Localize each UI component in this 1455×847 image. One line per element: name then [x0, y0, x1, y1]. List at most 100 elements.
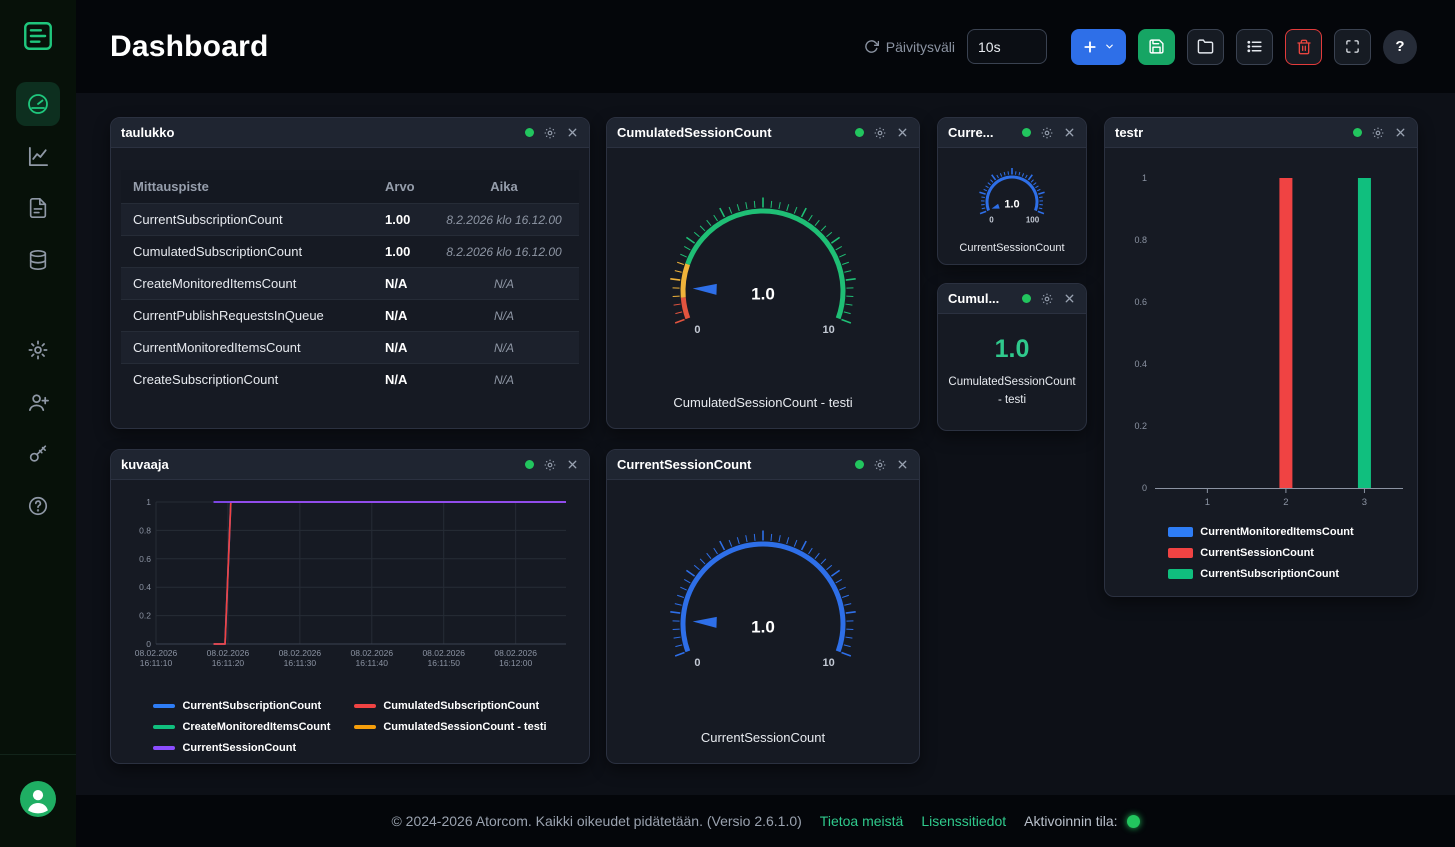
panel-title: testr [1115, 125, 1344, 140]
panel-header[interactable]: CumulatedSessionCount [607, 118, 919, 148]
sidebar-item-data[interactable] [16, 238, 60, 282]
table-cell: CumulatedSubscriptionCount [121, 236, 373, 268]
sidebar-item-reports[interactable] [16, 186, 60, 230]
panel-status-dot [855, 128, 864, 137]
svg-text:08.02.2026: 08.02.2026 [494, 648, 537, 658]
settings-gear-icon [27, 339, 49, 361]
gauge-area: 1.00100 [938, 148, 1086, 242]
legend-label: CreateMonitoredItemsCount [182, 721, 330, 733]
user-avatar[interactable] [20, 781, 56, 817]
legend-item[interactable]: CurrentSessionCount [153, 742, 330, 754]
app-logo[interactable] [14, 12, 62, 60]
legend-item[interactable]: CumulatedSessionCount - testi [354, 721, 546, 733]
close-icon [566, 126, 579, 139]
gear-icon [1371, 126, 1385, 140]
column-header-arvo[interactable]: Arvo [373, 170, 429, 204]
save-dashboard-button[interactable] [1138, 29, 1175, 65]
panel-close-button[interactable] [1063, 292, 1076, 305]
panel-settings-button[interactable] [873, 126, 887, 140]
panel-header[interactable]: testr [1105, 118, 1417, 148]
sidebar-item-settings[interactable] [16, 328, 60, 372]
panel-settings-button[interactable] [1040, 292, 1054, 306]
legend-swatch [153, 725, 175, 729]
dashboard-icon [26, 92, 50, 116]
legend-item[interactable]: CreateMonitoredItemsCount [153, 721, 330, 733]
gear-icon [873, 126, 887, 140]
table-row: CurrentMonitoredItemsCountN/AN/A [121, 332, 579, 364]
panel-header[interactable]: Curre... [938, 118, 1086, 148]
svg-text:16:11:50: 16:11:50 [427, 658, 460, 668]
column-header-aika[interactable]: Aika [429, 170, 579, 204]
gear-icon [543, 126, 557, 140]
save-icon [1148, 38, 1165, 55]
panel-settings-button[interactable] [873, 458, 887, 472]
panel-settings-button[interactable] [1040, 126, 1054, 140]
panel-settings-button[interactable] [543, 458, 557, 472]
delete-dashboard-button[interactable] [1285, 29, 1322, 65]
svg-text:2: 2 [1283, 497, 1288, 508]
page-title: Dashboard [110, 30, 269, 64]
panel-header[interactable]: CurrentSessionCount [607, 450, 919, 480]
panel-status-dot [855, 460, 864, 469]
refresh-icon [864, 39, 879, 54]
legend-swatch [1168, 548, 1193, 558]
svg-text:16:11:10: 16:11:10 [140, 658, 173, 668]
open-dashboard-button[interactable] [1187, 29, 1224, 65]
table-row: CurrentPublishRequestsInQueueN/AN/A [121, 300, 579, 332]
svg-text:08.02.2026: 08.02.2026 [207, 648, 250, 658]
legend-label: CurrentSessionCount [182, 742, 296, 754]
legend-item[interactable]: CumulatedSubscriptionCount [354, 700, 546, 712]
help-button[interactable]: ? [1383, 30, 1417, 64]
panel-close-button[interactable] [896, 458, 909, 471]
panel-current-session-small: Curre... 1.00100 CurrentSessionCount [937, 117, 1087, 265]
panel-status-dot [525, 460, 534, 469]
panel-close-button[interactable] [1063, 126, 1076, 139]
sidebar-item-help[interactable] [16, 484, 60, 528]
about-link[interactable]: Tietoa meistä [820, 813, 904, 829]
panel-title: taulukko [121, 125, 516, 140]
svg-text:10: 10 [822, 657, 834, 669]
table-cell: 1.00 [373, 236, 429, 268]
panel-close-button[interactable] [566, 458, 579, 471]
dashboard-list-button[interactable] [1236, 29, 1273, 65]
sidebar-item-dashboard[interactable] [16, 82, 60, 126]
panel-header[interactable]: Cumul... [938, 284, 1086, 314]
sidebar-item-users[interactable] [16, 380, 60, 424]
sidebar-item-charts[interactable] [16, 134, 60, 178]
panel-close-button[interactable] [1394, 126, 1407, 139]
panel-title: Curre... [948, 125, 1013, 140]
metric-value: 1.0 [995, 335, 1030, 364]
fullscreen-icon [1345, 39, 1360, 54]
panel-cumulated-session-gauge: CumulatedSessionCount 1.0010 CumulatedSe… [606, 117, 920, 429]
fullscreen-button[interactable] [1334, 29, 1371, 65]
svg-text:16:11:20: 16:11:20 [212, 658, 245, 668]
legend-item[interactable]: CurrentSessionCount [1168, 547, 1314, 559]
legend-item[interactable]: CurrentMonitoredItemsCount [1168, 526, 1353, 538]
legend-item[interactable]: CurrentSubscriptionCount [1168, 568, 1339, 580]
trash-icon [1296, 39, 1312, 55]
legend-swatch [153, 746, 175, 750]
panel-close-button[interactable] [566, 126, 579, 139]
refresh-interval-label: Päivitysväli [886, 39, 955, 55]
panel-header[interactable]: kuvaaja [111, 450, 589, 480]
svg-text:0.2: 0.2 [1134, 421, 1147, 431]
panel-title: kuvaaja [121, 457, 516, 472]
panel-settings-button[interactable] [1371, 126, 1385, 140]
panel-settings-button[interactable] [543, 126, 557, 140]
legend-swatch [354, 704, 376, 708]
main-column: Dashboard Päivitysväli [76, 0, 1455, 847]
svg-text:16:11:30: 16:11:30 [284, 658, 317, 668]
sidebar-footer [0, 754, 76, 847]
sidebar-item-keys[interactable] [16, 432, 60, 476]
legend-item[interactable]: CurrentSubscriptionCount [153, 700, 330, 712]
refresh-interval-input[interactable] [967, 29, 1047, 64]
panel-status-dot [525, 128, 534, 137]
panel-close-button[interactable] [896, 126, 909, 139]
table-cell: N/A [429, 300, 579, 332]
column-header-mittauspiste[interactable]: Mittauspiste [121, 170, 373, 204]
svg-text:0.8: 0.8 [1134, 235, 1147, 245]
license-link[interactable]: Lisenssitiedot [921, 813, 1006, 829]
panel-header[interactable]: taulukko [111, 118, 589, 148]
add-widget-button[interactable] [1071, 29, 1126, 65]
table-cell: N/A [373, 300, 429, 332]
